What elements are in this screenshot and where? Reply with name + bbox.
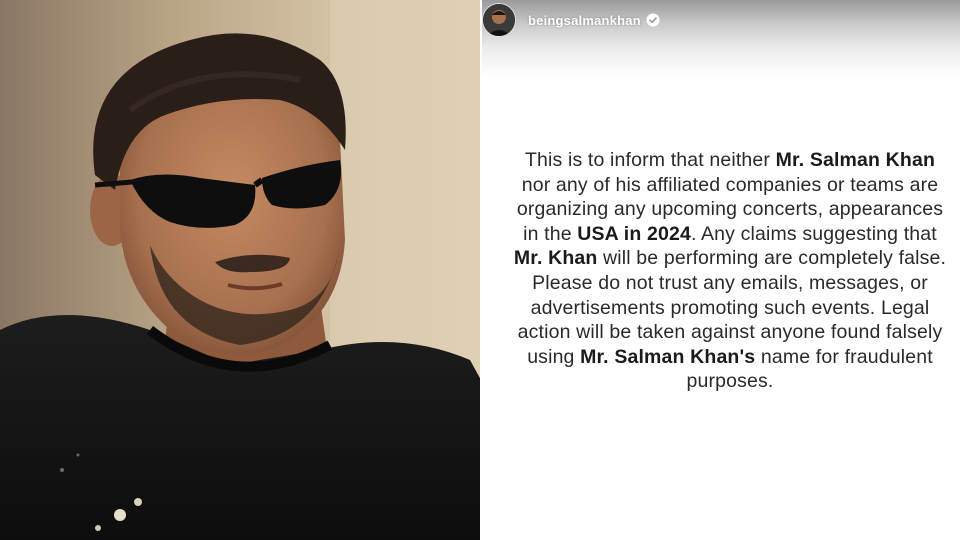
verified-badge-icon	[646, 13, 660, 27]
statement-segment: . Any claims suggesting that	[690, 222, 937, 245]
avatar[interactable]	[482, 3, 516, 37]
statement-text: This is to inform that neither Mr. Salma…	[510, 148, 950, 394]
statement-emphasis: USA in 2024	[577, 222, 691, 245]
statement-emphasis: Mr. Salman Khan's	[580, 345, 756, 368]
profile-row[interactable]: beingsalmankhan	[482, 3, 660, 37]
statement-segment: This is to inform that neither	[524, 149, 776, 171]
avatar-image	[483, 4, 515, 36]
statement-emphasis: Mr. Khan	[513, 247, 598, 270]
statement-emphasis: Mr. Salman Khan	[775, 149, 936, 171]
instagram-story-panel: beingsalmankhan This is to inform that n…	[482, 0, 960, 540]
portrait-illustration	[0, 0, 481, 540]
username[interactable]: beingsalmankhan	[528, 13, 641, 28]
portrait-photo	[0, 0, 481, 540]
